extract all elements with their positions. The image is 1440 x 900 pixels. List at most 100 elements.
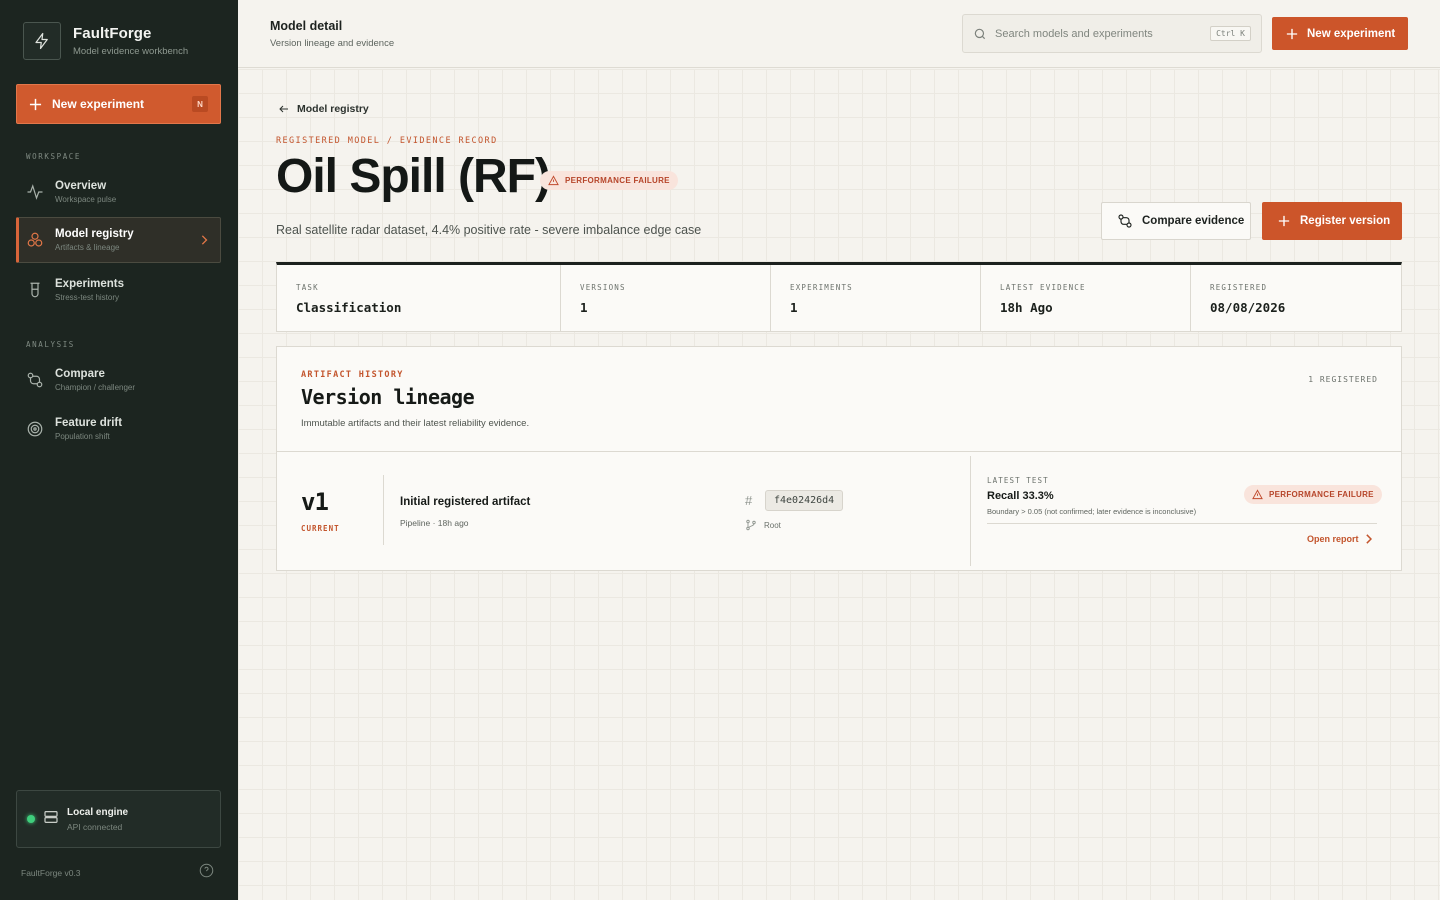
registry-icon [26,231,44,249]
back-link[interactable]: Model registry [278,103,369,115]
arrow-left-icon [279,105,288,113]
artifact-hash[interactable]: f4e02426d4 [765,490,844,511]
sidebar-new-experiment-label: New experiment [52,97,145,111]
status-badge: PERFORMANCE FAILURE [540,171,678,190]
search-icon [974,28,986,39]
shortcut-badge: N [192,96,208,112]
topbar: Model detail Version lineage and evidenc… [238,0,1440,68]
sidebar-item-title: Experiments [55,278,125,290]
section-workspace: WORKSPACE [26,152,82,161]
evidence-label: LATEST TEST [987,476,1049,485]
version-lineage-panel: ARTIFACT HISTORY Version lineage Immutab… [276,346,1402,571]
parent-label: Root [764,521,781,530]
page-subtitle: Version lineage and evidence [270,38,395,49]
panel-eyebrow: ARTIFACT HISTORY [301,370,404,380]
app-tagline: Model evidence workbench [73,46,189,57]
chevron-right-icon [1365,534,1372,544]
app-name: FaultForge [73,25,152,42]
plus-icon [1286,28,1298,39]
sidebar-item-subtitle: Workspace pulse [55,195,117,204]
stat-task: TASK Classification [277,265,561,331]
stat-value: Classification [296,300,402,315]
divider [383,475,384,545]
version-meta: Pipeline · 18h ago [400,518,469,528]
brand: FaultForge Model evidence workbench [23,22,188,60]
panel-header: ARTIFACT HISTORY Version lineage Immutab… [277,347,1401,452]
logo-bolt-icon [23,22,61,60]
open-report-label: Open report [1307,534,1359,544]
new-experiment-label: New experiment [1307,27,1396,40]
version-row[interactable]: v1 CURRENT Initial registered artifact P… [277,452,1401,570]
sidebar-item-compare[interactable]: Compare Champion / challenger [16,357,221,403]
status-badge-label: PERFORMANCE FAILURE [565,176,670,185]
register-version-label: Register version [1300,215,1391,227]
stat-label: TASK [296,283,319,292]
panel-subtitle: Immutable artifacts and their latest rel… [301,418,530,429]
evidence-badge-label: PERFORMANCE FAILURE [1269,490,1374,499]
compare-icon [1118,214,1132,228]
evidence-status-badge: PERFORMANCE FAILURE [1244,485,1382,504]
engine-status-card[interactable]: Local engine API connected [16,790,221,848]
evidence-metric: Recall 33.3% [987,490,1054,502]
compare-evidence-label: Compare evidence [1142,215,1245,227]
divider [970,456,971,566]
model-eyebrow: REGISTERED MODEL / EVIDENCE RECORD [276,136,498,146]
status-dot [27,815,35,823]
evidence-boundary: Boundary > 0.05 (not confirmed; later ev… [987,507,1197,516]
stat-value: 1 [790,300,798,315]
registered-count: 1 REGISTERED [1308,375,1378,384]
version-tag: v1 [301,488,329,516]
main-content: Model registry REGISTERED MODEL / EVIDEN… [238,69,1440,900]
back-link-label: Model registry [297,103,369,115]
section-analysis: ANALYSIS [26,340,75,349]
sidebar-item-subtitle: Population shift [55,432,110,441]
stat-label: VERSIONS [580,283,626,292]
sidebar-item-model-registry[interactable]: Model registry Artifacts & lineage [16,217,221,263]
plus-icon [1278,215,1290,227]
stat-latest-evidence: LATEST EVIDENCE 18h Ago [981,265,1191,331]
sidebar-item-subtitle: Champion / challenger [55,383,136,392]
sidebar-item-feature-drift[interactable]: Feature drift Population shift [16,406,221,452]
sidebar-item-subtitle: Stress-test history [55,293,120,302]
flask-icon [26,281,44,299]
help-icon[interactable] [199,863,214,883]
stat-experiments: EXPERIMENTS 1 [771,265,981,331]
server-icon [43,809,59,830]
sidebar-item-title: Feature drift [55,417,123,429]
stat-value: 08/08/2026 [1210,300,1286,315]
stat-value: 18h Ago [1000,300,1053,315]
branch-icon [745,518,757,536]
stat-label: EXPERIMENTS [790,283,853,292]
page-title: Model detail [270,19,343,33]
compare-evidence-button[interactable]: Compare evidence [1101,202,1251,240]
divider [987,523,1377,524]
sidebar-item-title: Overview [55,180,107,192]
stat-value: 1 [580,300,588,315]
stat-label: REGISTERED [1210,283,1268,292]
sidebar: FaultForge Model evidence workbench New … [0,0,238,900]
version-name: Initial registered artifact [400,496,531,508]
new-experiment-button[interactable]: New experiment [1272,17,1408,50]
search-input[interactable] [995,27,1211,40]
sidebar-item-title: Model registry [55,228,134,240]
model-title: Oil Spill (RF) [276,150,551,203]
target-icon [26,420,44,438]
open-report-link[interactable]: Open report [1307,534,1372,544]
sidebar-new-experiment-button[interactable]: New experiment N [16,84,221,124]
stats-strip: TASK Classification VERSIONS 1 EXPERIMEN… [276,262,1402,332]
hash-icon: # [745,493,753,508]
sidebar-item-overview[interactable]: Overview Workspace pulse [16,169,221,215]
register-version-button[interactable]: Register version [1262,202,1402,240]
search-box[interactable]: Ctrl K [962,14,1262,53]
chevron-right-icon [201,235,208,245]
model-description: Real satellite radar dataset, 4.4% posit… [276,223,702,237]
version-state: CURRENT [301,524,340,533]
search-shortcut: Ctrl K [1210,26,1251,41]
compare-icon [26,371,44,389]
stat-registered: REGISTERED 08/08/2026 [1191,265,1401,331]
sidebar-item-experiments[interactable]: Experiments Stress-test history [16,267,221,313]
activity-icon [26,183,44,201]
plus-icon [29,98,42,110]
warning-icon [1252,489,1263,500]
engine-status: API connected [67,821,123,832]
